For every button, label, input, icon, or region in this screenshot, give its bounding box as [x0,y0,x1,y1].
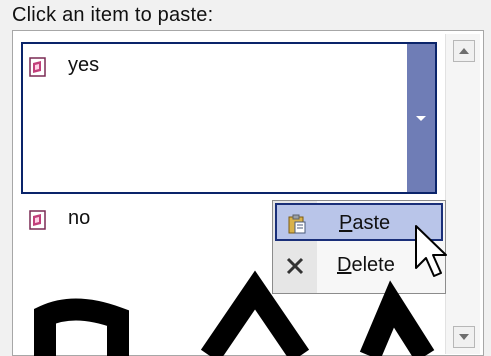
clipboard-item-label: no [68,207,91,229]
delete-x-icon [286,257,304,275]
menu-item-label: Paste [339,212,391,234]
arrow-down-icon [459,334,469,340]
scroll-down-button[interactable] [453,326,475,348]
vertical-scrollbar[interactable] [445,34,480,354]
clipboard-prompt: Click an item to paste: [12,4,214,26]
clipboard-item-label: yes [68,54,100,76]
document-icon [29,210,46,230]
item-dropdown-button[interactable] [407,44,435,192]
chevron-down-icon [416,116,426,121]
scroll-up-button[interactable] [453,40,475,62]
mouse-cursor-icon [415,225,447,277]
clipboard-paste-icon [288,214,306,234]
document-icon [29,57,46,77]
menu-item-label: Delete [337,254,395,276]
arrow-up-icon [459,48,469,54]
clipboard-item-no[interactable] [21,200,261,240]
